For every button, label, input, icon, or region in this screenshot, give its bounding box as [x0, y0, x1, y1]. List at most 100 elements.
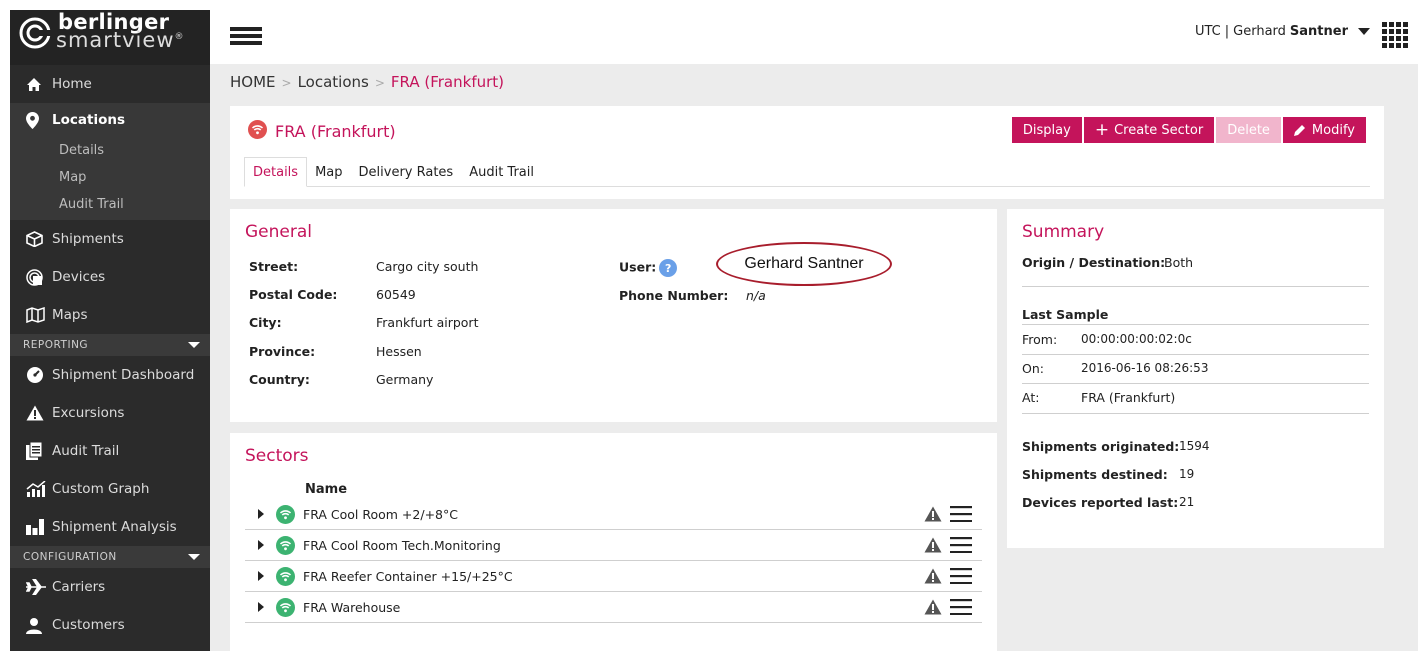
sectors-card: Sectors Name FRA Cool Room +2/+8°C FRA C… — [230, 433, 997, 651]
phone-number-value: n/a — [746, 288, 766, 303]
app-logo[interactable]: berlinger smartview® — [10, 10, 210, 65]
sidebar-item-shipment-dashboard[interactable]: Shipment Dashboard — [10, 356, 210, 394]
sidebar-item-label: Locations — [52, 112, 125, 128]
warning-icon — [26, 405, 52, 421]
sidebar-item-custom-graph[interactable]: Custom Graph — [10, 470, 210, 508]
breadcrumb-separator: > — [374, 76, 385, 90]
divider — [1022, 286, 1369, 287]
sidebar-section-reporting[interactable]: REPORTING — [10, 334, 210, 356]
sector-row[interactable]: FRA Cool Room +2/+8°C — [245, 499, 982, 530]
location-header-card: FRA (Frankfurt) Display + Create Sector D… — [230, 106, 1384, 199]
on-label: On: — [1022, 361, 1044, 376]
sector-name[interactable]: FRA Cool Room +2/+8°C — [303, 507, 924, 522]
create-sector-button[interactable]: + Create Sector — [1083, 117, 1215, 143]
wifi-alert-icon — [248, 120, 267, 143]
shipments-originated-label: Shipments originated: — [1022, 439, 1180, 454]
caret-down-icon — [188, 342, 200, 348]
button-label: Modify — [1311, 122, 1355, 138]
sidebar-item-customers[interactable]: Customers — [10, 606, 210, 644]
expand-arrow-icon[interactable] — [258, 571, 264, 581]
sidebar-item-label: Audit Trail — [52, 443, 120, 459]
shipments-originated-value: 1594 — [1179, 439, 1210, 453]
column-header-name: Name — [305, 482, 348, 497]
sector-name[interactable]: FRA Reefer Container +15/+25°C — [303, 569, 924, 584]
sidebar-item-label: Customers — [52, 617, 125, 633]
country-label: Country: — [249, 372, 310, 387]
sector-row[interactable]: FRA Reefer Container +15/+25°C — [245, 561, 982, 592]
postal-code-value: 60549 — [376, 287, 416, 302]
user-menu[interactable]: UTC | Gerhard Santner — [1195, 24, 1370, 39]
section-label: CONFIGURATION — [23, 551, 117, 563]
caret-down-icon — [1358, 28, 1370, 35]
sidebar-item-label: Custom Graph — [52, 481, 150, 497]
row-menu-icon[interactable] — [950, 537, 972, 553]
origin-destination-label: Origin / Destination: — [1022, 255, 1166, 270]
divider — [1022, 383, 1369, 384]
summary-card: Summary Origin / Destination: Both Last … — [1007, 209, 1384, 548]
sidebar-item-locations[interactable]: Locations — [10, 103, 210, 137]
main-content: HOME > Locations > FRA (Frankfurt) FRA (Fran… — [210, 64, 1418, 651]
expand-arrow-icon[interactable] — [258, 602, 264, 612]
button-label: Create Sector — [1114, 122, 1204, 138]
sidebar-section-configuration[interactable]: CONFIGURATION — [10, 546, 210, 568]
tab-map[interactable]: Map — [307, 157, 350, 187]
city-label: City: — [249, 315, 282, 330]
sidebar-item-label: Shipment Analysis — [52, 519, 177, 535]
action-bar: Display + Create Sector Delete Modify — [1010, 117, 1366, 143]
sidebar-subitem-details[interactable]: Details — [10, 137, 210, 164]
sidebar-item-shipment-analysis[interactable]: Shipment Analysis — [10, 508, 210, 546]
sidebar-item-label: Maps — [52, 307, 88, 323]
separator: | — [1224, 24, 1230, 39]
sidebar-item-home[interactable]: Home — [10, 65, 210, 103]
country-value: Germany — [376, 372, 434, 387]
sidebar-item-devices[interactable]: Devices — [10, 258, 210, 296]
street-label: Street: — [249, 259, 299, 274]
section-label: REPORTING — [23, 339, 89, 351]
shipments-destined-value: 19 — [1179, 467, 1195, 481]
tab-bar: Details Map Delivery Rates Audit Trail — [244, 157, 1370, 187]
tab-details[interactable]: Details — [244, 157, 308, 187]
sidebar: berlinger smartview® Home Locations Deta… — [10, 10, 210, 651]
sidebar-subitem-map[interactable]: Map — [10, 164, 210, 191]
delete-button[interactable]: Delete — [1216, 117, 1281, 143]
row-menu-icon[interactable] — [950, 599, 972, 615]
warning-icon[interactable] — [924, 599, 942, 615]
row-menu-icon[interactable] — [950, 568, 972, 584]
sector-row[interactable]: FRA Cool Room Tech.Monitoring — [245, 530, 982, 561]
sector-row[interactable]: FRA Warehouse — [245, 592, 982, 623]
help-icon[interactable]: ? — [659, 259, 678, 277]
divider — [1022, 413, 1369, 414]
map-icon — [26, 307, 52, 323]
breadcrumb-home[interactable]: HOME — [230, 73, 276, 91]
wifi-ok-icon — [276, 597, 295, 617]
devices-reported-last-label: Devices reported last: — [1022, 495, 1179, 510]
expand-arrow-icon[interactable] — [258, 509, 264, 519]
warning-icon[interactable] — [924, 568, 942, 584]
sidebar-item-audit-trail[interactable]: Audit Trail — [10, 432, 210, 470]
document-icon — [26, 442, 52, 460]
logo-text-smartview: smartview® — [56, 28, 185, 52]
sidebar-item-carriers[interactable]: Carriers — [10, 568, 210, 606]
modify-button[interactable]: Modify — [1282, 117, 1366, 143]
display-button[interactable]: Display — [1011, 117, 1082, 143]
sector-name[interactable]: FRA Cool Room Tech.Monitoring — [303, 538, 924, 553]
sidebar-subitem-audit-trail[interactable]: Audit Trail — [10, 191, 210, 218]
sector-name[interactable]: FRA Warehouse — [303, 600, 924, 615]
on-value: 2016-06-16 08:26:53 — [1081, 361, 1209, 375]
warning-icon[interactable] — [924, 506, 942, 522]
breadcrumb-separator: > — [281, 76, 292, 90]
breadcrumb-locations[interactable]: Locations — [298, 73, 369, 91]
map-pin-icon — [26, 111, 52, 129]
sidebar-item-maps[interactable]: Maps — [10, 296, 210, 334]
sidebar-item-excursions[interactable]: Excursions — [10, 394, 210, 432]
hamburger-menu-icon[interactable] — [230, 27, 262, 46]
sidebar-item-shipments[interactable]: Shipments — [10, 220, 210, 258]
wifi-ok-icon — [276, 504, 295, 524]
row-menu-icon[interactable] — [950, 506, 972, 522]
tab-audit-trail[interactable]: Audit Trail — [461, 157, 542, 187]
breadcrumb: HOME > Locations > FRA (Frankfurt) — [230, 73, 504, 91]
tab-delivery-rates[interactable]: Delivery Rates — [351, 157, 462, 187]
expand-arrow-icon[interactable] — [258, 540, 264, 550]
warning-icon[interactable] — [924, 537, 942, 553]
app-grid-icon[interactable] — [1382, 22, 1408, 48]
